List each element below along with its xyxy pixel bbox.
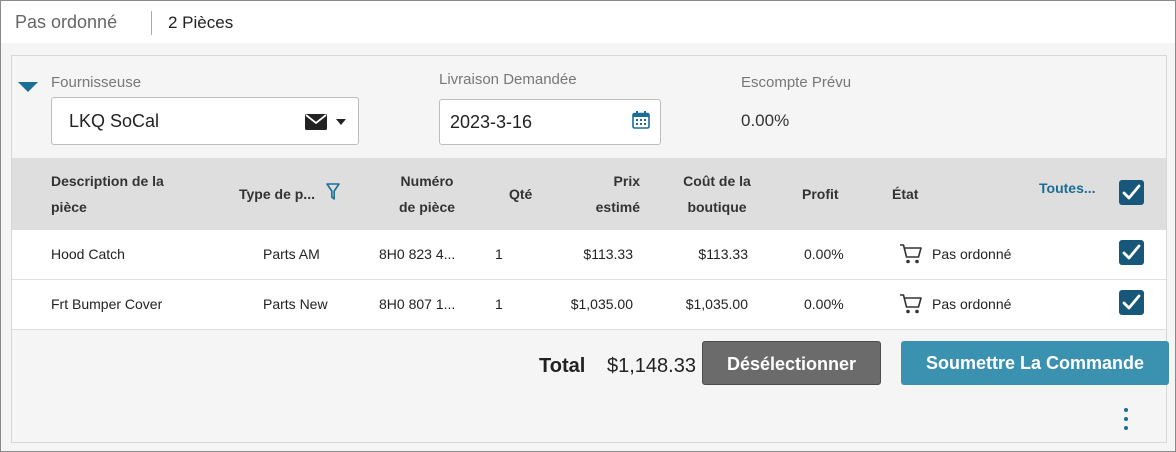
row-part-number: 8H0 823 4...: [379, 246, 456, 262]
supplier-select[interactable]: LKQ SoCal: [51, 97, 359, 145]
header-divider: [151, 11, 152, 35]
row-state: Pas ordonné: [932, 296, 1012, 312]
order-status-title: Pas ordonné: [15, 12, 118, 32]
order-header: Pas ordonné 2 Pièces: [1, 1, 1175, 43]
row-estimated-price: $1,035.00: [570, 296, 633, 312]
select-all-link[interactable]: Toutes...: [1039, 180, 1096, 196]
col-shop-cost: Coût de la boutique: [683, 173, 751, 215]
parts-table-header: Description de la pièce Type de p... Num…: [12, 158, 1166, 230]
supplier-order-panel: Fournisseuse LKQ SoCal Livraison Demandé…: [11, 55, 1169, 443]
row-checkbox[interactable]: [1119, 290, 1144, 315]
calendar-icon[interactable]: [632, 111, 650, 129]
collapse-toggle-icon[interactable]: [18, 82, 38, 92]
checkbox-checked-icon: [1122, 244, 1141, 260]
row-description: Hood Catch: [51, 246, 125, 262]
col-type: Type de p...: [239, 186, 315, 202]
deselect-button[interactable]: Désélectionner: [702, 341, 881, 385]
select-all-checkbox[interactable]: [1119, 180, 1144, 205]
col-profit: Profit: [802, 186, 839, 202]
kebab-menu-icon[interactable]: [1121, 408, 1131, 432]
row-type: Parts New: [263, 296, 328, 312]
total-value: $1,148.33: [607, 355, 696, 377]
row-shop-cost: $1,035.00: [685, 296, 748, 312]
row-part-number: 8H0 807 1...: [379, 296, 456, 312]
col-description: Description de la pièce: [51, 173, 164, 215]
total-label: Total: [539, 355, 586, 377]
funnel-icon[interactable]: [326, 183, 340, 201]
col-part-number: Numéro de pièce: [398, 173, 456, 215]
row-description: Frt Bumper Cover: [51, 296, 163, 312]
row-type: Parts AM: [263, 246, 320, 262]
col-state: État: [892, 186, 919, 202]
row-profit: 0.00%: [804, 246, 844, 262]
order-card: Pas ordonné 2 Pièces Fournisseuse LKQ So…: [0, 0, 1176, 452]
envelope-icon[interactable]: [305, 114, 327, 130]
row-state: Pas ordonné: [932, 246, 1012, 262]
delivery-label: Livraison Demandée: [439, 71, 577, 88]
table-row: Frt Bumper Cover Parts New 8H0 807 1... …: [12, 280, 1166, 330]
checkbox-checked-icon: [1122, 294, 1141, 310]
row-qty: 1: [495, 296, 503, 312]
table-row: Hood Catch Parts AM 8H0 823 4... 1 $113.…: [12, 230, 1166, 280]
discount-value: 0.00%: [741, 111, 790, 130]
cart-icon: [900, 244, 922, 264]
row-estimated-price: $113.33: [583, 246, 633, 262]
col-estimated-price: Prix estimé: [595, 173, 640, 215]
delivery-date-field[interactable]: 2023-3-16: [439, 99, 661, 145]
parts-count: 2 Pièces: [168, 13, 234, 32]
delivery-date-value: 2023-3-16: [450, 112, 533, 132]
row-shop-cost: $113.33: [698, 246, 748, 262]
checkbox-checked-icon: [1122, 184, 1141, 200]
supplier-label: Fournisseuse: [51, 74, 142, 91]
discount-label: Escompte Prévu: [741, 74, 852, 91]
caret-down-icon[interactable]: [336, 119, 346, 125]
row-checkbox[interactable]: [1119, 240, 1144, 265]
row-qty: 1: [495, 246, 503, 262]
supplier-value: LKQ SoCal: [69, 111, 160, 131]
cart-icon: [900, 294, 922, 314]
row-profit: 0.00%: [804, 296, 844, 312]
submit-order-button[interactable]: Soumettre La Commande: [901, 341, 1169, 385]
